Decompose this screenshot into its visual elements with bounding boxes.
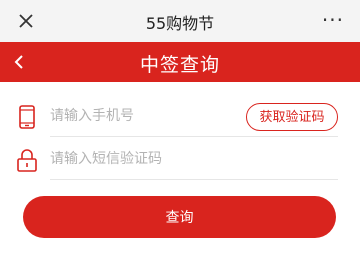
sms-code-row bbox=[14, 138, 338, 180]
more-menu-button[interactable]: ··· bbox=[322, 10, 344, 30]
phone-icon bbox=[14, 104, 40, 130]
query-button[interactable]: 查询 bbox=[23, 196, 336, 238]
browser-top-bar: 55购物节 ··· bbox=[0, 0, 360, 42]
phone-input[interactable] bbox=[50, 105, 240, 127]
app-header: 中签查询 bbox=[0, 42, 360, 82]
get-code-button[interactable]: 获取验证码 bbox=[246, 103, 338, 131]
sms-field-line bbox=[50, 138, 338, 180]
sms-code-input[interactable] bbox=[50, 148, 240, 170]
page-title: 55购物节 bbox=[145, 14, 215, 33]
lock-icon bbox=[14, 147, 40, 173]
header-title: 中签查询 bbox=[139, 54, 220, 76]
phone-row: 获取验证码 bbox=[14, 95, 338, 137]
phone-field-line: 获取验证码 bbox=[50, 95, 338, 137]
